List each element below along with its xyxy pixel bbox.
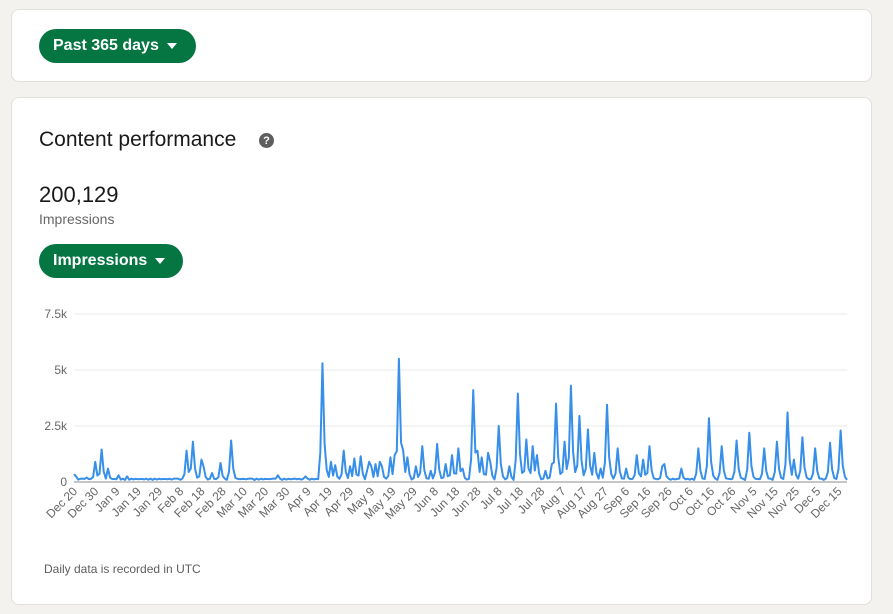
y-tick-label: 2.5k bbox=[44, 419, 68, 433]
caret-down-icon bbox=[166, 43, 177, 49]
date-range-label: Past 365 days bbox=[53, 37, 159, 54]
impressions-line-chart: 02.5k5k7.5kDec 20Dec 30Jan 9Jan 19Jan 29… bbox=[43, 307, 848, 522]
impressions-series-line bbox=[73, 357, 848, 481]
date-range-dropdown[interactable]: Past 365 days bbox=[39, 29, 196, 63]
utc-footnote: Daily data is recorded in UTC bbox=[44, 562, 201, 576]
y-tick-label: 7.5k bbox=[44, 307, 68, 321]
content-performance-card: Content performance ? 200,129 Impression… bbox=[11, 97, 872, 605]
y-tick-label: 5k bbox=[54, 363, 68, 377]
filter-card: Past 365 days bbox=[11, 9, 872, 82]
